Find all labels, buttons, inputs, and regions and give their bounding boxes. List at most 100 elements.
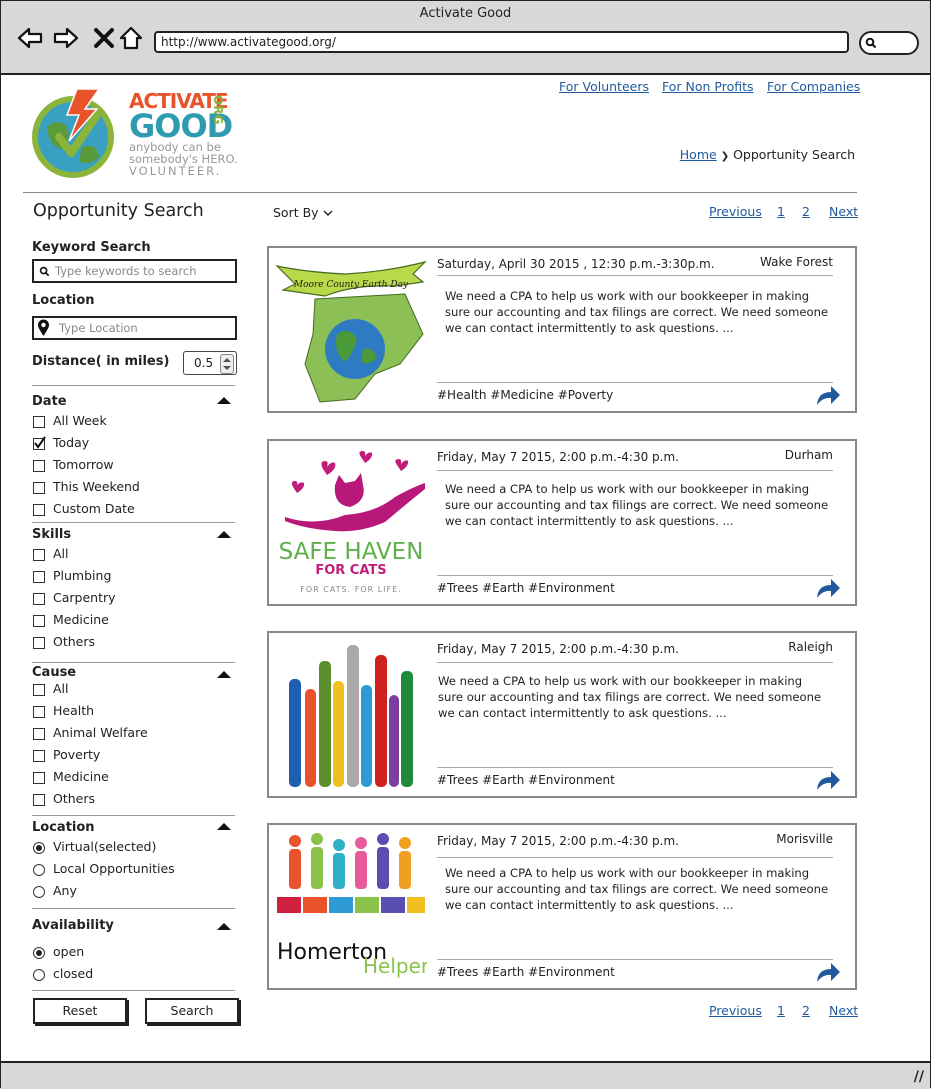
checkbox[interactable] <box>33 504 45 516</box>
logo-org: ORG <box>211 95 225 125</box>
opportunity-card[interactable]: SAFE HAVEN FOR CATS FOR CATS. FOR LIFE. … <box>267 439 857 606</box>
radio-button[interactable] <box>33 969 45 981</box>
stepper-arrows-icon[interactable] <box>220 354 234 374</box>
share-arrow-icon[interactable] <box>815 384 841 406</box>
triangle-up-icon[interactable] <box>217 923 231 930</box>
option-label: All <box>53 681 69 696</box>
pagination-previous-top[interactable]: Previous <box>709 204 762 219</box>
logo-globe-icon[interactable] <box>27 87 123 179</box>
sort-by-dropdown[interactable]: Sort By <box>273 205 333 220</box>
radio-button[interactable] <box>33 886 45 898</box>
browser-toolbar: Activate Good http://www.activategood.or… <box>1 1 930 75</box>
chevron-down-icon <box>323 210 333 216</box>
card-divider <box>437 959 833 960</box>
resize-grip-icon[interactable]: // <box>914 1069 924 1085</box>
checkbox[interactable] <box>33 637 45 649</box>
opportunity-card[interactable]: Moore County Earth Day Saturday, April 3… <box>267 246 857 413</box>
opportunity-card[interactable]: Homerton Helpers Friday, May 7 2015, 2:0… <box>267 823 857 990</box>
location-placeholder: Type Location <box>59 321 138 335</box>
option-label: Virtual(selected) <box>53 839 157 854</box>
pagination-page-2-bottom[interactable]: 2 <box>802 1003 810 1018</box>
pagination-page-1-bottom[interactable]: 1 <box>777 1003 785 1018</box>
checkbox[interactable] <box>33 728 45 740</box>
pagination-previous-bottom[interactable]: Previous <box>709 1003 762 1018</box>
distance-stepper[interactable]: 0.5 <box>183 351 237 375</box>
breadcrumb-home[interactable]: Home <box>680 147 717 162</box>
arrow-left-icon[interactable] <box>17 25 43 51</box>
checkbox[interactable] <box>33 750 45 762</box>
radio-button[interactable] <box>33 947 45 959</box>
opportunity-card[interactable]: Friday, May 7 2015, 2:00 p.m.-4:30 p.m. … <box>267 631 857 798</box>
triangle-up-icon[interactable] <box>217 397 231 404</box>
opportunity-description: We need a CPA to help us work with our b… <box>438 674 822 720</box>
address-bar[interactable]: http://www.activategood.org/ <box>154 31 849 53</box>
card-divider <box>437 662 833 663</box>
option-label: Plumbing <box>53 568 112 583</box>
checkbox[interactable] <box>33 772 45 784</box>
checkbox[interactable] <box>33 482 45 494</box>
option-label: All Week <box>53 413 107 428</box>
window-title: Activate Good <box>419 6 512 21</box>
checkbox[interactable] <box>33 684 45 696</box>
radio-button[interactable] <box>33 864 45 876</box>
radio-button[interactable] <box>33 842 45 854</box>
header-divider <box>23 192 857 193</box>
option-label: Others <box>53 791 96 806</box>
option-label: Animal Welfare <box>53 725 148 740</box>
close-icon[interactable] <box>91 25 117 51</box>
logo-tagline-3: VOLUNTEER. <box>129 164 222 178</box>
org-logo-hands <box>289 645 413 787</box>
org-logo-for-cats-text: FOR CATS <box>315 563 386 578</box>
triangle-up-icon[interactable] <box>217 671 231 678</box>
breadcrumb-current: Opportunity Search <box>733 147 855 162</box>
pagination-next-top[interactable]: Next <box>829 204 858 219</box>
opportunity-tags: #Trees #Earth #Environment <box>437 773 615 787</box>
card-divider <box>437 470 833 471</box>
availability-section-title: Availability <box>32 918 114 933</box>
checkbox[interactable] <box>33 436 46 450</box>
share-arrow-icon[interactable] <box>815 961 841 983</box>
option-label: Medicine <box>53 612 109 627</box>
pagination-page-2-top[interactable]: 2 <box>802 204 810 219</box>
nav-for-non-profits[interactable]: For Non Profits <box>662 79 754 94</box>
skills-section-title: Skills <box>32 527 72 542</box>
home-icon[interactable] <box>118 25 144 51</box>
option-label: Local Opportunities <box>53 861 175 876</box>
browser-search-box[interactable] <box>859 31 919 55</box>
checkbox[interactable] <box>33 706 45 718</box>
nav-for-volunteers[interactable]: For Volunteers <box>559 79 649 94</box>
org-logo-helpers-text: Helpers <box>363 954 427 978</box>
checkbox[interactable] <box>33 460 45 472</box>
triangle-up-icon[interactable] <box>217 531 231 538</box>
reset-button[interactable]: Reset <box>33 998 127 1024</box>
card-divider <box>437 857 833 858</box>
opportunity-city: Morisville <box>776 832 833 846</box>
search-button[interactable]: Search <box>145 998 239 1024</box>
checkbox[interactable] <box>33 571 45 583</box>
keyword-search-input[interactable]: Type keywords to search <box>32 259 237 283</box>
org-logo-earth-day-text: Moore County Earth Day <box>293 280 409 290</box>
share-arrow-icon[interactable] <box>815 577 841 599</box>
date-section-title: Date <box>32 394 67 409</box>
checkbox[interactable] <box>33 593 45 605</box>
share-arrow-icon[interactable] <box>815 769 841 791</box>
opportunity-tags: #Trees #Earth #Environment <box>437 965 615 979</box>
pagination-next-bottom[interactable]: Next <box>829 1003 858 1018</box>
card-divider <box>437 275 833 276</box>
org-logo-safe-haven-text: SAFE HAVEN <box>279 539 424 565</box>
checkbox[interactable] <box>33 615 45 627</box>
card-divider <box>437 575 833 576</box>
option-label: This Weekend <box>53 479 140 494</box>
divider <box>32 522 235 523</box>
map-pin-icon <box>38 319 49 336</box>
checkmark-icon <box>34 436 46 449</box>
arrow-right-icon[interactable] <box>53 25 79 51</box>
logo-wordmark[interactable]: ACTIVATE GOOD ORG anybody can be somebod… <box>129 91 238 177</box>
nav-for-companies[interactable]: For Companies <box>767 79 860 94</box>
triangle-up-icon[interactable] <box>217 823 231 830</box>
checkbox[interactable] <box>33 549 45 561</box>
location-input[interactable]: Type Location <box>32 316 237 340</box>
checkbox[interactable] <box>33 416 45 428</box>
pagination-page-1-top[interactable]: 1 <box>777 204 785 219</box>
checkbox[interactable] <box>33 794 45 806</box>
